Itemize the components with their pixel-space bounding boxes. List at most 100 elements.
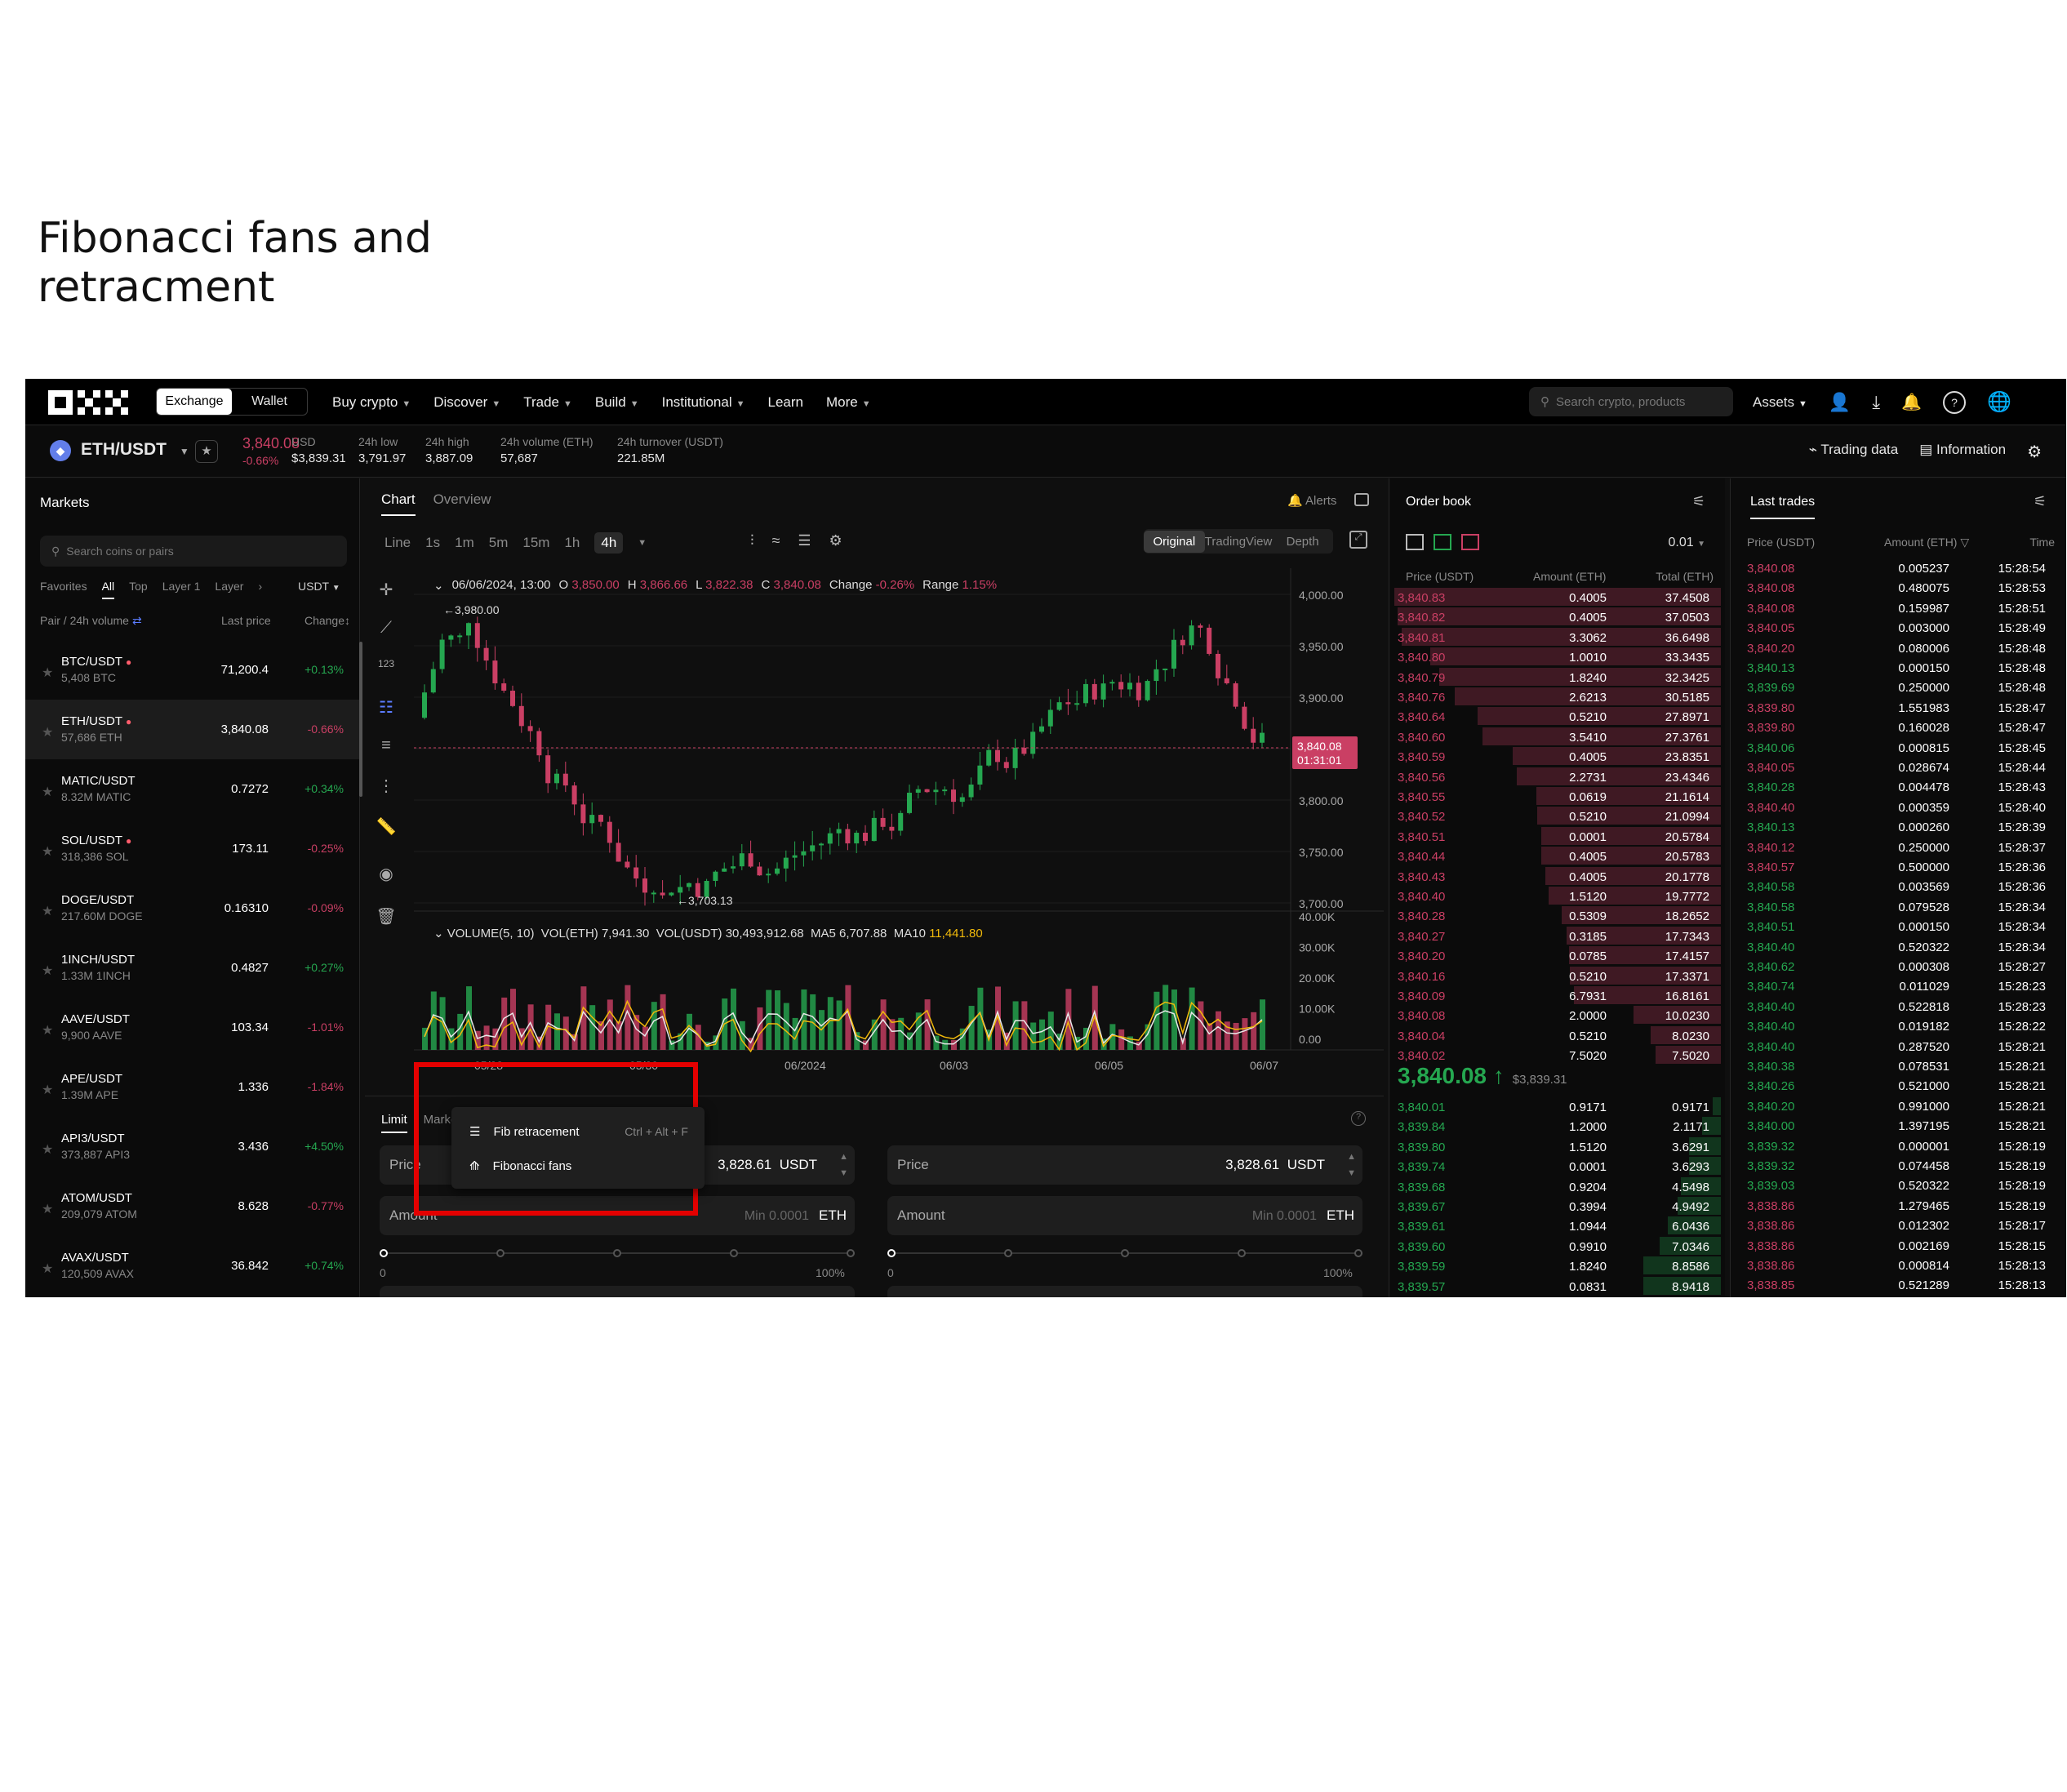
col-pair-volume[interactable]: Pair / 24h volume: [40, 614, 129, 627]
asks-row[interactable]: 3,840.09 6.7931 16.8161: [1394, 986, 1721, 1006]
asks-row[interactable]: 3,840.28 0.5309 18.2652: [1394, 906, 1721, 926]
bell-icon[interactable]: 🔔: [1901, 392, 1922, 412]
chart-settings-icon[interactable]: ⚙: [829, 532, 842, 549]
slider-stop[interactable]: [730, 1249, 738, 1257]
swap-icon[interactable]: ⇄: [132, 614, 142, 627]
star-icon[interactable]: ★: [42, 1082, 53, 1098]
chevron-right-icon[interactable]: ›: [258, 580, 262, 599]
slider-stop[interactable]: [1121, 1249, 1129, 1257]
market-row[interactable]: ★ DOGE/USDT 217.60M DOGE 0.16310 -0.09%: [25, 878, 360, 938]
star-icon[interactable]: ★: [42, 903, 53, 919]
trendline-icon[interactable]: ⟋: [375, 619, 398, 642]
asks-row[interactable]: 3,840.51 0.0001 20.5784: [1394, 826, 1721, 847]
asks-row[interactable]: 3,840.60 3.5410 27.3761: [1394, 727, 1721, 747]
amount-slider-1[interactable]: [887, 1249, 1362, 1257]
timeframe-5[interactable]: 1h: [564, 535, 580, 551]
markets-scrollbar[interactable]: [359, 642, 362, 797]
book-bids-icon[interactable]: [1434, 534, 1451, 550]
pattern-icon[interactable]: ≡: [375, 736, 398, 759]
market-row[interactable]: ★ SOL/USDT ● 318,386 SOL 173.11 -0.25%: [25, 819, 360, 878]
nav-institutional[interactable]: Institutional ▼: [662, 394, 745, 411]
bids-row[interactable]: 3,839.84 1.2000 2.1171: [1394, 1117, 1721, 1136]
bids-row[interactable]: 3,839.57 0.0831 8.9418: [1394, 1276, 1721, 1296]
asks-row[interactable]: 3,840.16 0.5210 17.3371: [1394, 966, 1721, 986]
markets-tab-2[interactable]: Top: [129, 580, 148, 599]
asks-row[interactable]: 3,840.56 2.2731 23.4346: [1394, 767, 1721, 787]
slider-stop[interactable]: [887, 1249, 896, 1257]
market-row[interactable]: ★ APE/USDT 1.39M APE 1.336 -1.84%: [25, 1057, 360, 1117]
globe-icon[interactable]: 🌐: [1987, 390, 2011, 414]
quote-selector[interactable]: USDT ▼: [298, 580, 340, 593]
assets-menu[interactable]: Assets ▼: [1753, 394, 1807, 411]
col-last-price[interactable]: Last price: [221, 614, 271, 627]
market-row[interactable]: ★ ETH/USDT ● 57,686 ETH 3,840.08 -0.66%: [25, 700, 360, 759]
market-row[interactable]: ★ MATIC/USDT 8.32M MATIC 0.7272 +0.34%: [25, 759, 360, 819]
stepper-icon[interactable]: ▲ ▼: [1347, 1149, 1356, 1181]
projection-icon[interactable]: ⋮: [375, 776, 398, 798]
timeframe-0[interactable]: Line: [385, 535, 411, 551]
nav-more[interactable]: More ▼: [826, 394, 871, 411]
star-icon[interactable]: ★: [42, 963, 53, 979]
funnel-icon[interactable]: ▽: [1960, 536, 1969, 549]
pair-selector[interactable]: ETH/USDT ▼: [81, 440, 189, 460]
information-link[interactable]: ▤ Information: [1919, 442, 2006, 462]
market-row[interactable]: ★ 1INCH/USDT 1.33M 1INCH 0.4827 +0.27%: [25, 938, 360, 998]
bids-row[interactable]: 3,839.68 0.9204 4.5498: [1394, 1176, 1721, 1197]
slider-stop[interactable]: [613, 1249, 621, 1257]
slider-stop[interactable]: [847, 1249, 855, 1257]
asks-row[interactable]: 3,840.59 0.4005 23.8351: [1394, 747, 1721, 767]
markets-tab-4[interactable]: Layer: [215, 580, 243, 599]
book-both-icon[interactable]: [1406, 534, 1424, 550]
chevron-down-icon[interactable]: ▼: [638, 538, 647, 548]
nav-buy-crypto[interactable]: Buy crypto ▼: [332, 394, 411, 411]
trading-data-link[interactable]: ⌁ Trading data: [1809, 442, 1899, 462]
asks-row[interactable]: 3,840.44 0.4005 20.5783: [1394, 847, 1721, 866]
asks-row[interactable]: 3,840.64 0.5210 27.8971: [1394, 707, 1721, 727]
layout-icon[interactable]: [1354, 493, 1369, 506]
text-tool-icon[interactable]: 123: [375, 658, 398, 681]
asks-row[interactable]: 3,840.43 0.4005 20.1778: [1394, 866, 1721, 887]
slider-stop[interactable]: [1354, 1249, 1362, 1257]
bids-row[interactable]: 3,839.59 1.8240 8.8586: [1394, 1256, 1721, 1276]
asks-row[interactable]: 3,840.81 3.3062 36.6498: [1394, 627, 1721, 647]
amount-input-1[interactable]: Amount Min 0.0001 ETH: [887, 1196, 1362, 1235]
star-icon[interactable]: ★: [42, 1201, 53, 1217]
amount-slider-0[interactable]: [380, 1249, 855, 1257]
view-mode-2[interactable]: Depth: [1272, 535, 1333, 549]
star-icon[interactable]: ★: [42, 1261, 53, 1277]
eye-icon[interactable]: ◉: [375, 864, 398, 887]
markets-search-input[interactable]: ⚲ Search coins or pairs: [40, 536, 347, 567]
asks-row[interactable]: 3,840.79 1.8240 32.3425: [1394, 667, 1721, 687]
bids-row[interactable]: 3,839.61 1.0944 6.0436: [1394, 1216, 1721, 1236]
slider-stop[interactable]: [1004, 1249, 1012, 1257]
price-input-1[interactable]: Price 3,828.61 USDT ▲ ▼: [887, 1145, 1362, 1185]
nav-build[interactable]: Build ▼: [595, 394, 639, 411]
nav-discover[interactable]: Discover ▼: [433, 394, 500, 411]
asks-row[interactable]: 3,840.40 1.5120 19.7772: [1394, 887, 1721, 906]
asks-row[interactable]: 3,840.20 0.0785 17.4157: [1394, 946, 1721, 966]
slider-stop[interactable]: [496, 1249, 505, 1257]
asks-row[interactable]: 3,840.80 1.0010 33.3435: [1394, 647, 1721, 667]
user-icon[interactable]: 👤: [1829, 392, 1851, 413]
star-icon[interactable]: ★: [42, 1141, 53, 1158]
col-change[interactable]: Change↕: [304, 614, 350, 627]
markets-tab-3[interactable]: Layer 1: [162, 580, 201, 599]
star-icon[interactable]: ★: [42, 843, 53, 860]
market-row[interactable]: ★ BTC/USDT ● 5,408 BTC 71,200.4 +0.13%: [25, 640, 360, 700]
market-row[interactable]: ★ API3/USDT 373,887 API3 3.436 +4.50%: [25, 1117, 360, 1176]
exchange-tab[interactable]: Exchange: [157, 389, 232, 415]
order-tab-0[interactable]: Limit: [381, 1113, 407, 1133]
crosshair-icon[interactable]: ✛: [375, 580, 398, 603]
asks-row[interactable]: 3,840.76 2.6213 30.5185: [1394, 687, 1721, 707]
asks-row[interactable]: 3,840.52 0.5210 21.0994: [1394, 807, 1721, 826]
download-icon[interactable]: ⤓: [1872, 392, 1880, 413]
bids-row[interactable]: 3,839.80 1.5120 3.6291: [1394, 1136, 1721, 1157]
filter-icon[interactable]: ⚟: [1692, 493, 1705, 510]
fibonacci-fans-item[interactable]: ⟰ Fibonacci fans: [469, 1149, 698, 1182]
slider-stop[interactable]: [1238, 1249, 1246, 1257]
fullscreen-icon[interactable]: ⤢: [1349, 531, 1367, 549]
help-icon[interactable]: ?: [1942, 390, 1966, 414]
next-field-0[interactable]: [380, 1286, 855, 1297]
next-field-1[interactable]: [887, 1286, 1362, 1297]
markets-tab-1[interactable]: All: [101, 580, 115, 599]
